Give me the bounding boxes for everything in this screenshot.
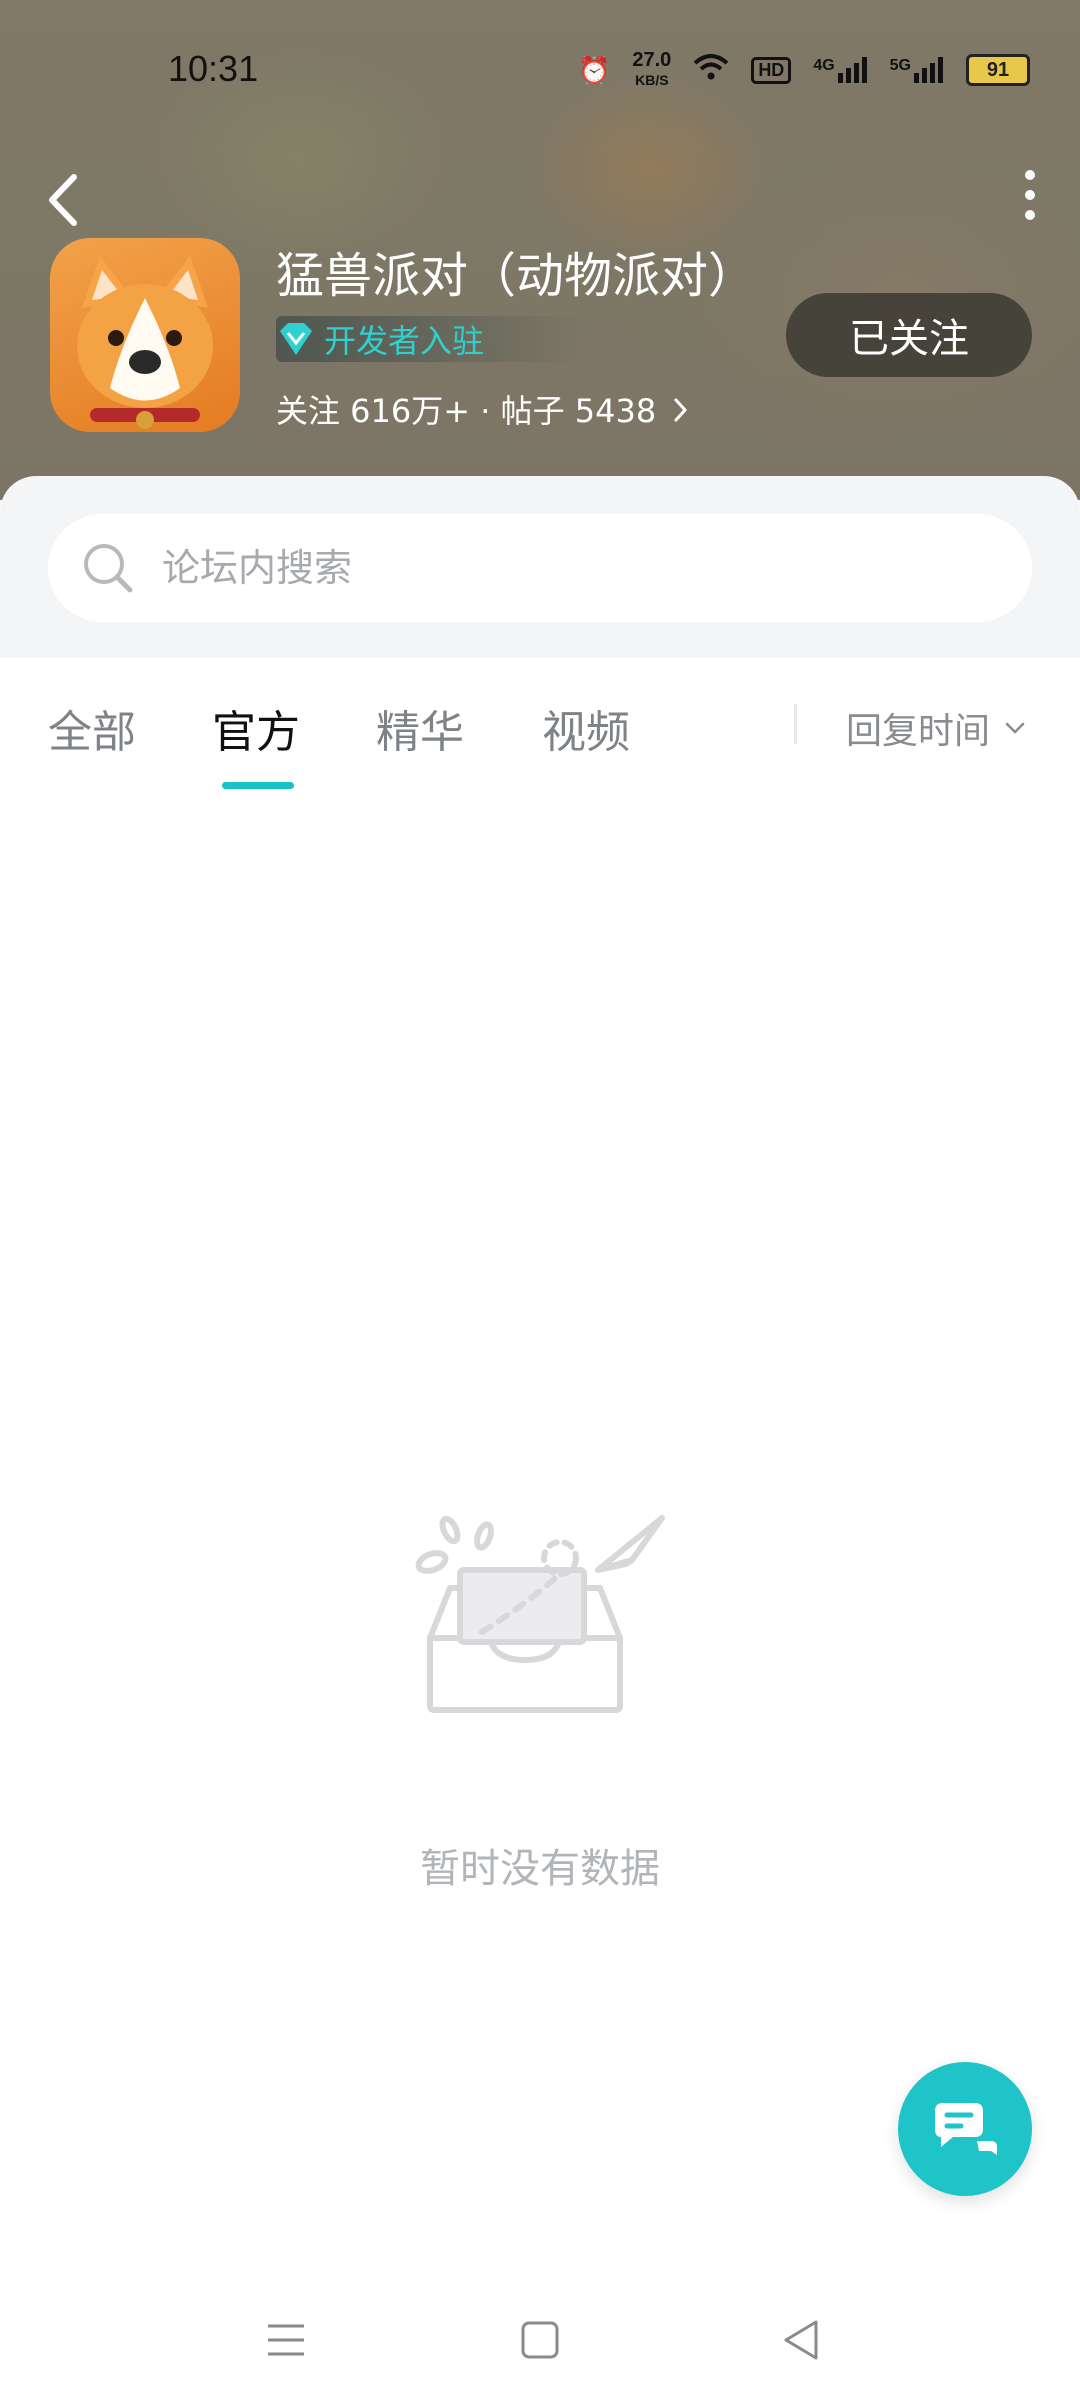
chevron-right-icon	[674, 398, 688, 422]
battery-icon: 91	[966, 54, 1030, 86]
more-dot	[1025, 170, 1035, 180]
more-dot	[1025, 210, 1035, 220]
diamond-icon	[280, 323, 312, 355]
sort-label: 回复时间	[846, 711, 991, 752]
search-box[interactable]	[48, 514, 1032, 622]
wifi-icon	[693, 53, 729, 88]
chevron-left-icon	[49, 174, 77, 226]
signal-5g-icon: 5G	[890, 57, 944, 83]
search-icon	[84, 544, 133, 593]
status-time: 10:31	[168, 48, 259, 89]
empty-state-text: 暂时没有数据	[420, 1846, 660, 1892]
empty-inbox-icon	[415, 1515, 665, 1713]
chevron-down-icon	[1005, 722, 1025, 734]
game-icon[interactable]	[50, 238, 240, 432]
tab-official[interactable]: 官方	[212, 696, 300, 760]
status-icons: ⏰ 27.0 KB/S HD 4G 5G 91	[578, 50, 1030, 90]
system-nav-bar	[0, 2290, 1080, 2400]
developer-badge-label: 开发者入驻	[324, 322, 485, 360]
tab-featured[interactable]: 精华	[376, 696, 464, 760]
chat-bubble-icon	[935, 2103, 997, 2155]
back-button[interactable]	[40, 165, 90, 235]
forum-title: 猛兽派对（动物派对）	[276, 248, 757, 304]
forum-header: 10:31 ⏰ 27.0 KB/S HD 4G 5G 91 猛兽派对（动物派对）…	[0, 0, 1080, 500]
alarm-icon: ⏰	[578, 54, 611, 85]
forum-stats[interactable]: 关注 616万+ · 帖子 5438	[276, 386, 690, 432]
signal-4g-icon: 4G	[813, 57, 867, 83]
follow-button[interactable]: 已关注	[786, 293, 1032, 377]
status-bar: 10:31 ⏰ 27.0 KB/S HD 4G 5G 91	[0, 40, 1080, 100]
search-panel	[0, 476, 1080, 658]
menu-icon[interactable]	[256, 2310, 316, 2370]
tab-divider	[794, 704, 797, 744]
new-post-button[interactable]	[898, 2062, 1032, 2196]
more-button[interactable]	[1020, 170, 1040, 220]
active-tab-indicator	[222, 782, 294, 789]
sort-dropdown[interactable]: 回复时间	[846, 702, 1026, 754]
search-input[interactable]	[160, 545, 964, 591]
net-speed: 27.0 KB/S	[632, 49, 672, 88]
tab-all[interactable]: 全部	[48, 696, 136, 760]
more-dot	[1025, 190, 1035, 200]
tab-video[interactable]: 视频	[542, 696, 630, 760]
back-triangle-icon[interactable]	[772, 2310, 832, 2370]
hd-icon: HD	[751, 56, 792, 84]
developer-badge[interactable]: 开发者入驻	[276, 316, 586, 362]
home-icon[interactable]	[510, 2310, 570, 2370]
tab-bar: 全部 官方 精华 视频 回复时间	[0, 658, 1080, 789]
